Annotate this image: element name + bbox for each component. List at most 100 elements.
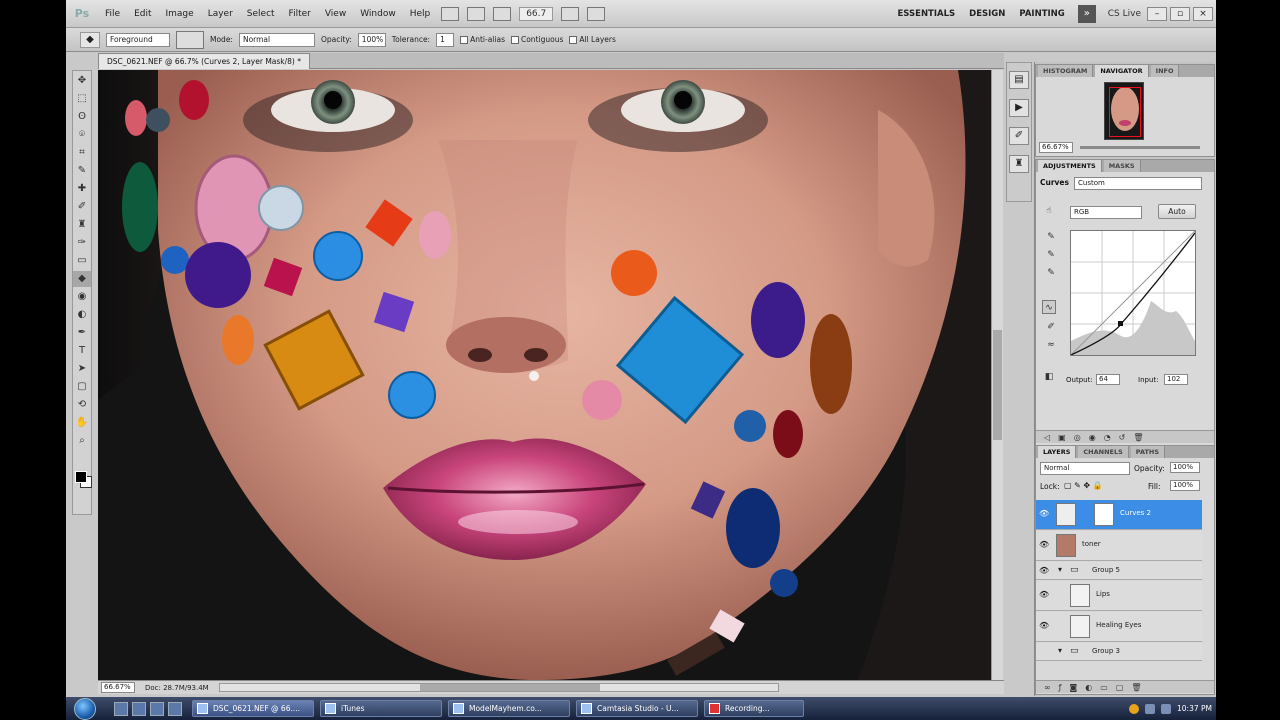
quick-select-tool-icon[interactable]: ⌾ bbox=[73, 127, 91, 143]
foreground-color-swatch[interactable] bbox=[75, 471, 87, 483]
type-tool-icon[interactable]: T bbox=[73, 343, 91, 359]
fill-source-select[interactable]: Foreground bbox=[106, 32, 170, 47]
smooth-curve-icon[interactable]: ≈ bbox=[1044, 338, 1058, 352]
crop-tool-icon[interactable]: ⌗ bbox=[73, 145, 91, 161]
new-group-icon[interactable]: ▭ bbox=[1100, 681, 1108, 693]
menu-layer[interactable]: Layer bbox=[201, 9, 240, 19]
contiguous-check-icon[interactable] bbox=[510, 36, 519, 44]
mode-select[interactable]: Normal bbox=[238, 32, 315, 47]
show-desktop-icon[interactable] bbox=[114, 701, 128, 716]
brush-tool-icon[interactable]: ✐ bbox=[73, 199, 91, 215]
white-point-eyedropper-icon[interactable]: ✎ bbox=[1044, 266, 1058, 280]
3d-rotate-tool-icon[interactable]: ⟲ bbox=[73, 397, 91, 413]
navigator-zoom-slider[interactable] bbox=[1080, 146, 1200, 149]
opacity-field[interactable]: 100% bbox=[357, 32, 386, 47]
hand-tool-icon[interactable]: ✋ bbox=[73, 415, 91, 431]
visibility-eye-icon[interactable]: 👁 bbox=[1039, 621, 1049, 631]
tab-histogram[interactable]: HISTOGRAM bbox=[1038, 65, 1094, 77]
layer-mask-thumb[interactable] bbox=[1094, 503, 1114, 526]
document-tab[interactable]: DSC_0621.NEF @ 66.7% (Curves 2, Layer Ma… bbox=[98, 53, 310, 69]
visibility-eye-icon[interactable]: 👁 bbox=[1039, 509, 1049, 519]
task-recording[interactable]: Recording... bbox=[704, 700, 804, 717]
gray-point-eyedropper-icon[interactable]: ✎ bbox=[1044, 248, 1058, 262]
pencil-curve-icon[interactable]: ✐ bbox=[1044, 320, 1058, 334]
volume-icon[interactable] bbox=[1161, 703, 1171, 714]
lasso-tool-icon[interactable]: ʘ bbox=[73, 109, 91, 125]
explorer-icon[interactable] bbox=[132, 701, 146, 716]
on-image-adjust-icon[interactable]: ☝ bbox=[1042, 204, 1056, 218]
expand-group-icon[interactable]: ▾ bbox=[1058, 646, 1062, 655]
zoom-level-field[interactable]: 66.7 bbox=[519, 6, 554, 21]
menu-help[interactable]: Help bbox=[403, 9, 438, 19]
arrange-documents-icon[interactable] bbox=[561, 6, 580, 21]
menu-edit[interactable]: Edit bbox=[127, 9, 158, 19]
workspace-essentials[interactable]: ESSENTIALS bbox=[890, 9, 962, 19]
vertical-scrollbar[interactable] bbox=[991, 70, 1003, 680]
add-mask-icon[interactable]: ◙ bbox=[1070, 681, 1078, 693]
history-brush-tool-icon[interactable]: ✑ bbox=[73, 235, 91, 251]
curve-point-tool-icon[interactable]: ∿ bbox=[1042, 300, 1056, 314]
fill-field[interactable]: 100% bbox=[1170, 480, 1200, 491]
auto-button[interactable]: Auto bbox=[1158, 204, 1196, 219]
layer-lips[interactable]: 👁 Lips bbox=[1036, 581, 1202, 611]
navigator-zoom-field[interactable]: 66.67% bbox=[1039, 142, 1073, 153]
maximize-icon[interactable]: ▫ bbox=[1170, 7, 1190, 21]
view-previous-icon[interactable]: ◔ bbox=[1104, 431, 1111, 443]
new-layer-icon[interactable]: ▢ bbox=[1116, 681, 1124, 693]
layer-style-icon[interactable]: ƒ bbox=[1059, 681, 1062, 693]
visibility-eye-icon[interactable] bbox=[1039, 647, 1049, 657]
link-layers-icon[interactable]: ∞ bbox=[1044, 681, 1051, 693]
contiguous-checkbox[interactable]: Contiguous bbox=[510, 35, 563, 44]
task-photoshop[interactable]: DSC_0621.NEF @ 66.... bbox=[192, 700, 314, 717]
layer-opacity-field[interactable]: 100% bbox=[1170, 462, 1200, 473]
anti-alias-checkbox[interactable]: Anti-alias bbox=[460, 35, 505, 44]
paint-bucket-tool-icon[interactable]: ◆ bbox=[73, 271, 91, 287]
visibility-eye-icon[interactable]: 👁 bbox=[1039, 540, 1049, 550]
actions-panel-icon[interactable]: ▶ bbox=[1009, 99, 1029, 117]
menu-filter[interactable]: Filter bbox=[282, 9, 318, 19]
workspace-design[interactable]: DESIGN bbox=[962, 9, 1012, 19]
curve-point[interactable] bbox=[1118, 321, 1123, 326]
blend-mode-select[interactable]: Normal bbox=[1040, 462, 1130, 475]
layer-group-3[interactable]: ▾ ▭ Group 3 bbox=[1036, 643, 1202, 661]
task-itunes[interactable]: iTunes bbox=[320, 700, 442, 717]
tab-channels[interactable]: CHANNELS bbox=[1078, 446, 1129, 458]
tab-paths[interactable]: PATHS bbox=[1130, 446, 1166, 458]
return-to-list-icon[interactable]: ◁ bbox=[1044, 431, 1050, 443]
cs-live-button[interactable]: CS Live bbox=[1108, 9, 1141, 19]
view-extras-icon[interactable] bbox=[493, 6, 512, 21]
firefox-tray-icon[interactable] bbox=[1129, 703, 1139, 714]
network-icon[interactable] bbox=[1145, 703, 1155, 714]
layer-toner[interactable]: 👁 toner bbox=[1036, 531, 1202, 561]
channel-select[interactable]: RGB bbox=[1070, 206, 1142, 219]
navigator-thumbnail[interactable] bbox=[1104, 82, 1144, 140]
eyedropper-tool-icon[interactable]: ✎ bbox=[73, 163, 91, 179]
all-layers-check-icon[interactable] bbox=[569, 36, 578, 44]
image-canvas[interactable] bbox=[98, 70, 991, 680]
mini-bridge-icon[interactable] bbox=[467, 6, 486, 21]
bridge-icon[interactable] bbox=[441, 6, 460, 21]
status-zoom-field[interactable]: 66.67% bbox=[101, 682, 135, 693]
new-adjustment-icon[interactable]: ◐ bbox=[1085, 681, 1092, 693]
marquee-tool-icon[interactable]: ⬚ bbox=[73, 91, 91, 107]
visibility-eye-icon[interactable]: 👁 bbox=[1039, 590, 1049, 600]
clock[interactable]: 10:37 PM bbox=[1177, 704, 1212, 713]
vertical-scroll-thumb[interactable] bbox=[993, 330, 1002, 440]
curve-options-icon[interactable]: ◧ bbox=[1042, 370, 1056, 384]
visibility-eye-icon[interactable]: 👁 bbox=[1039, 566, 1049, 576]
tab-adjustments[interactable]: ADJUSTMENTS bbox=[1038, 160, 1102, 172]
navigator-view-box[interactable] bbox=[1109, 87, 1141, 137]
workspace-painting[interactable]: PAINTING bbox=[1012, 9, 1071, 19]
task-camtasia[interactable]: Camtasia Studio - U... bbox=[576, 700, 698, 717]
delete-adjustment-icon[interactable]: 🗑 bbox=[1133, 431, 1143, 443]
output-field[interactable]: 64 bbox=[1096, 374, 1120, 385]
input-field[interactable]: 102 bbox=[1164, 374, 1188, 385]
visibility-icon[interactable]: ◉ bbox=[1089, 431, 1096, 443]
browser-icon[interactable] bbox=[150, 701, 164, 716]
zoom-tool-icon[interactable]: ⌕ bbox=[73, 433, 91, 449]
all-layers-checkbox[interactable]: All Layers bbox=[569, 35, 616, 44]
black-point-eyedropper-icon[interactable]: ✎ bbox=[1044, 230, 1058, 244]
expand-view-icon[interactable]: ▣ bbox=[1058, 431, 1066, 443]
tolerance-field[interactable]: 1 bbox=[436, 32, 455, 47]
paint-bucket-icon[interactable]: ◆ bbox=[80, 31, 100, 48]
